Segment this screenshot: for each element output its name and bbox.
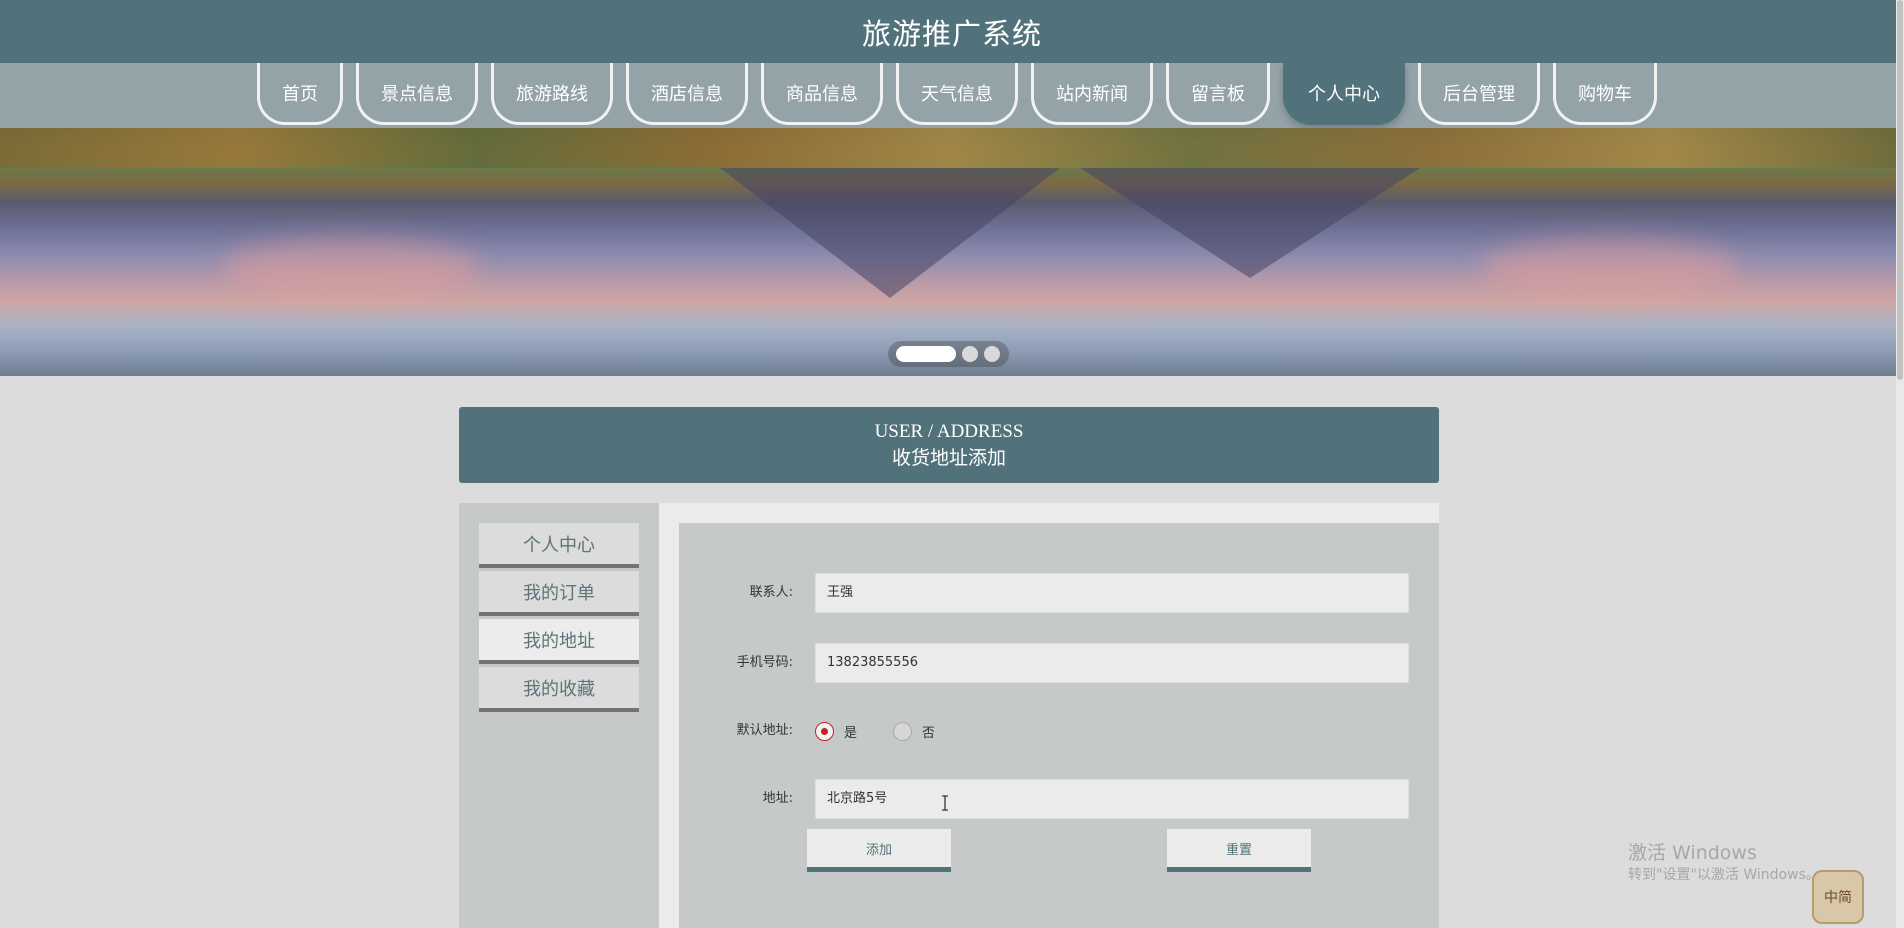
reset-button[interactable]: 重置 — [1167, 829, 1311, 872]
address-form: 联系人: 王强 手机号码: 13823855556 默认地址: 是 否 地址: … — [679, 523, 1439, 928]
sidebar-item-favorites[interactable]: 我的收藏 — [479, 667, 639, 712]
section-title: USER / ADDRESS 收货地址添加 — [459, 407, 1439, 483]
text-cursor-icon — [942, 795, 948, 811]
phone-row: 手机号码: 13823855556 — [679, 643, 1439, 683]
nav-item-guestbook[interactable]: 留言板 — [1166, 63, 1270, 125]
banner-mountain-reflection — [1080, 168, 1420, 278]
radio-no[interactable] — [893, 721, 913, 741]
windows-activation-watermark-title: 激活 Windows — [1628, 842, 1757, 864]
carousel-dot[interactable] — [962, 346, 978, 362]
address-input[interactable]: 北京路5号 — [815, 779, 1409, 819]
nav-item-personal-center[interactable]: 个人中心 — [1283, 63, 1405, 125]
phone-label: 手机号码: — [736, 655, 793, 670]
default-address-row: 默认地址: 是 否 — [679, 711, 1439, 751]
add-button[interactable]: 添加 — [807, 829, 951, 872]
sidebar-item-personal-center[interactable]: 个人中心 — [479, 523, 639, 568]
phone-input[interactable]: 13823855556 — [815, 643, 1409, 683]
nav-item-products[interactable]: 商品信息 — [761, 63, 883, 125]
section-title-en: USER / ADDRESS — [874, 421, 1024, 442]
carousel-dot-active[interactable] — [896, 346, 956, 362]
banner-cloud-glow — [220, 238, 480, 298]
sidebar-item-orders[interactable]: 我的订单 — [479, 571, 639, 616]
banner-mountain-reflection — [720, 168, 1060, 298]
scrollbar-thumb[interactable] — [1897, 0, 1903, 380]
windows-activation-watermark-text: 转到"设置"以激活 Windows。 — [1628, 867, 1820, 883]
main-content: 联系人: 王强 手机号码: 13823855556 默认地址: 是 否 地址: … — [659, 503, 1439, 928]
radio-yes-label[interactable]: 是 — [844, 722, 857, 741]
nav-item-routes[interactable]: 旅游路线 — [491, 63, 613, 125]
default-address-label: 默认地址: — [736, 723, 793, 738]
radio-yes[interactable] — [815, 721, 834, 741]
banner-treeline — [0, 128, 1904, 168]
nav-item-attractions[interactable]: 景点信息 — [356, 63, 478, 125]
nav-item-admin[interactable]: 后台管理 — [1418, 63, 1540, 125]
section-title-cn: 收货地址添加 — [891, 447, 1006, 469]
carousel-pager — [888, 341, 1009, 367]
nav-item-news[interactable]: 站内新闻 — [1031, 63, 1153, 125]
default-address-radio-group: 是 否 — [815, 711, 961, 751]
nav-item-cart[interactable]: 购物车 — [1553, 63, 1657, 125]
main-nav: 首页 景点信息 旅游路线 酒店信息 商品信息 天气信息 站内新闻 留言板 个人中… — [0, 63, 1904, 128]
page-scrollbar[interactable] — [1896, 0, 1904, 928]
nav-item-home[interactable]: 首页 — [257, 63, 343, 125]
address-row: 地址: 北京路5号 — [679, 779, 1439, 819]
contact-input[interactable]: 王强 — [815, 573, 1409, 613]
sidebar: 个人中心 我的订单 我的地址 我的收藏 — [459, 503, 659, 928]
site-header: 旅游推广系统 — [0, 0, 1904, 63]
contact-row: 联系人: 王强 — [679, 573, 1439, 613]
sidebar-item-address[interactable]: 我的地址 — [479, 619, 639, 664]
contact-label: 联系人: — [749, 585, 793, 600]
site-title: 旅游推广系统 — [861, 16, 1042, 51]
carousel-dot[interactable] — [984, 346, 1000, 362]
ime-input-method-icon[interactable]: 中简 — [1812, 870, 1864, 924]
nav-item-weather[interactable]: 天气信息 — [896, 63, 1018, 125]
banner-cloud-glow — [1480, 238, 1740, 298]
radio-no-label[interactable]: 否 — [922, 722, 935, 741]
banner-carousel — [0, 128, 1904, 376]
nav-list: 首页 景点信息 旅游路线 酒店信息 商品信息 天气信息 站内新闻 留言板 个人中… — [257, 63, 1657, 128]
nav-item-hotels[interactable]: 酒店信息 — [626, 63, 748, 125]
address-label: 地址: — [762, 791, 793, 806]
